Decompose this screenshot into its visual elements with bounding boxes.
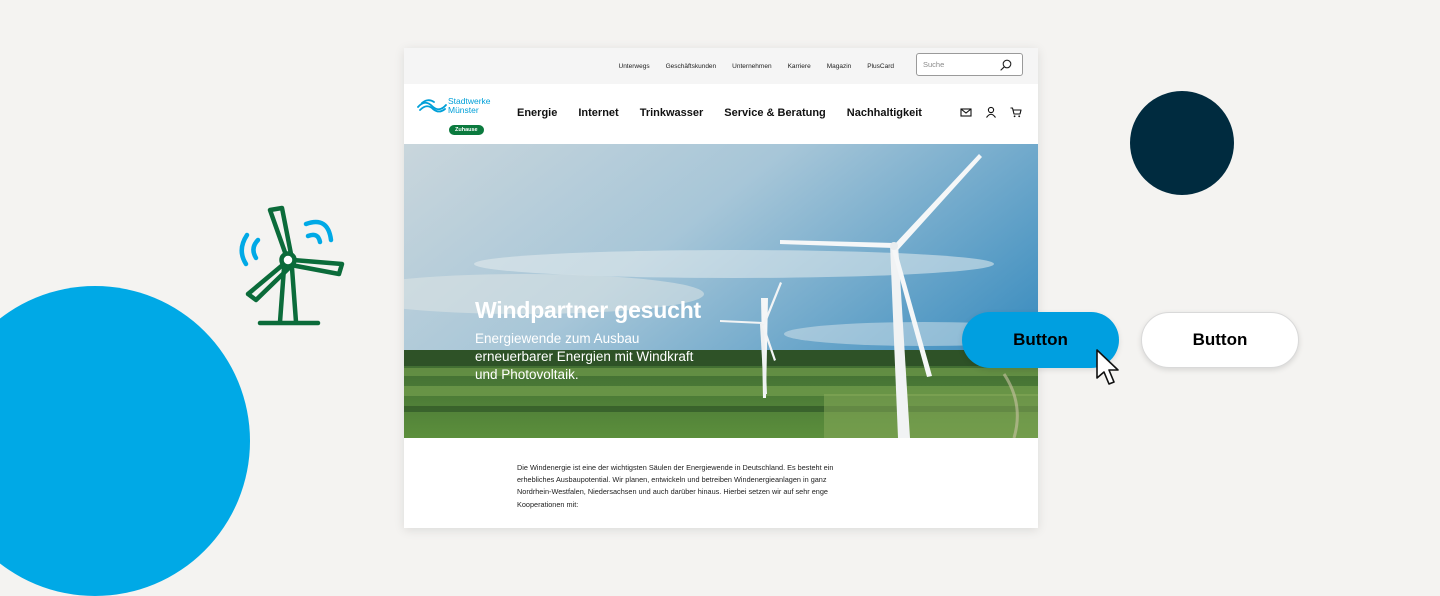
nav-item-trinkwasser[interactable]: Trinkwasser [640,107,704,119]
top-utility-bar: Unterwegs Geschäftskunden Unternehmen Ka… [404,48,1038,84]
utility-link-karriere[interactable]: Karriere [788,63,811,70]
website-mockup: Unterwegs Geschäftskunden Unternehmen Ka… [404,48,1038,528]
secondary-button[interactable]: Button [1141,312,1299,368]
user-icon[interactable] [985,106,997,118]
hero-banner: Windpartner gesucht Energiewende zum Aus… [404,144,1038,438]
nav-item-energie[interactable]: Energie [517,107,557,119]
decorative-blue-circle [0,286,250,596]
nav-icon-group [960,106,1022,118]
wind-turbine-icon [239,205,345,326]
nav-item-nachhaltigkeit[interactable]: Nachhaltigkeit [847,107,922,119]
logo-text-line2: Münster [448,105,479,115]
search-icon[interactable] [1000,59,1012,71]
main-navigation: Stadtwerke Münster Zuhause Energie Inter… [404,84,1038,144]
logo[interactable]: Stadtwerke Münster Zuhause [417,96,497,138]
utility-link-pluscard[interactable]: PlusCard [867,63,894,70]
utility-link-unternehmen[interactable]: Unternehmen [732,63,771,70]
logo-badge: Zuhause [449,125,484,135]
nav-item-service-beratung[interactable]: Service & Beratung [724,107,825,119]
search-box[interactable] [916,53,1023,76]
hero-image [404,144,1038,438]
hero-title: Windpartner gesucht [475,297,702,323]
search-input[interactable] [923,58,993,71]
utility-links: Unterwegs Geschäftskunden Unternehmen Ka… [619,48,895,84]
cart-icon[interactable] [1010,106,1022,118]
nav-menu: Energie Internet Trinkwasser Service & B… [517,84,922,142]
utility-link-magazin[interactable]: Magazin [827,63,852,70]
pointer-cursor-icon [1096,349,1119,385]
nav-item-internet[interactable]: Internet [578,107,618,119]
utility-link-geschaeftskunden[interactable]: Geschäftskunden [666,63,717,70]
hero-subtitle: Energiewende zum Ausbau erneuerbarer Ene… [475,331,694,382]
mail-icon[interactable] [960,106,972,118]
decorative-navy-circle [1130,91,1234,195]
utility-link-unterwegs[interactable]: Unterwegs [619,63,650,70]
intro-paragraph: Die Windenergie ist eine der wichtigsten… [517,463,834,509]
logo-wave-icon [417,99,447,113]
